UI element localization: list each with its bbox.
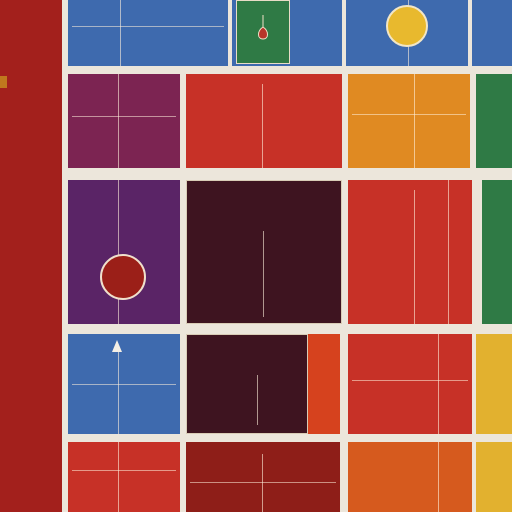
panel-green-right — [476, 74, 512, 168]
panel-blue-top-2 — [232, 0, 342, 66]
panel-blue-top — [68, 0, 228, 66]
panel-blue-bottom — [68, 334, 180, 434]
left-tab-marker — [0, 76, 7, 88]
panel-orange-bottom — [348, 442, 472, 512]
panel-maroon-bottom — [186, 442, 340, 512]
red-disc-icon — [100, 254, 146, 300]
panel-green-inset — [236, 0, 290, 64]
panel-orange — [348, 74, 470, 168]
panel-blue-top-right — [472, 0, 512, 66]
panel-yellow-right — [476, 334, 512, 434]
up-arrow-icon — [112, 340, 122, 352]
panel-purple — [68, 180, 180, 324]
panel-red-bottom — [348, 334, 472, 434]
panel-yellow-bottom-right — [476, 442, 512, 512]
panel-green-far-right — [482, 180, 512, 324]
panel-red-bottom-left — [68, 442, 180, 512]
poster-grid — [62, 0, 512, 512]
panel-red-right — [348, 180, 472, 324]
seal-icon — [258, 15, 268, 40]
panel-orange-behind — [186, 334, 340, 434]
panel-magenta — [68, 74, 180, 168]
panel-blue-top-3 — [346, 0, 468, 66]
panel-maroon-inset — [186, 334, 308, 434]
left-color-band — [0, 0, 62, 512]
panel-maroon-center — [186, 180, 342, 324]
sun-disc-icon — [386, 5, 428, 47]
panel-red-large — [186, 74, 342, 168]
